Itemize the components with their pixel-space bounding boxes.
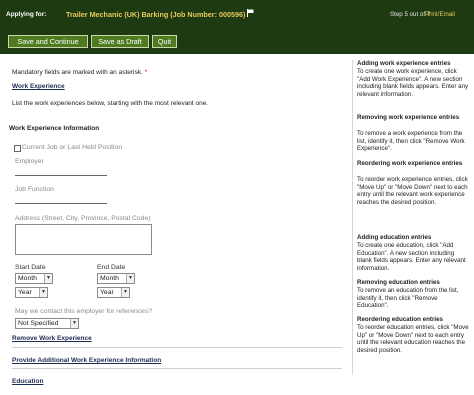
remove-work-experience-link[interactable]: Remove Work Experience bbox=[12, 335, 92, 342]
applying-for-label: Applying for: bbox=[6, 11, 47, 18]
form-area: Mandatory fields are marked with an aste… bbox=[0, 54, 350, 395]
print-email-link[interactable]: Print/Email bbox=[425, 11, 455, 18]
column-divider bbox=[352, 60, 353, 375]
job-function-field[interactable] bbox=[15, 195, 107, 204]
help-reorder-education-title: Reordering education entries bbox=[357, 316, 443, 323]
chevron-down-icon: ▼ bbox=[44, 274, 52, 283]
help-removing-text: To remove a work experience from the lis… bbox=[357, 130, 465, 152]
help-remove-education-title: Removing education entries bbox=[357, 279, 440, 286]
chevron-down-icon: ▼ bbox=[126, 274, 134, 283]
add-work-experience-link[interactable]: Provide Additional Work Experience Infor… bbox=[12, 357, 161, 364]
address-label: Address (Street, City, Province, Postal … bbox=[15, 215, 151, 222]
help-add-education-text: To create one education, click "Add Educ… bbox=[357, 242, 466, 272]
address-textarea[interactable] bbox=[15, 224, 152, 255]
start-date-label: Start Date bbox=[15, 264, 46, 271]
current-job-label: Current Job or Last Held Position bbox=[22, 144, 123, 151]
section-education: Education bbox=[12, 378, 44, 385]
asterisk-marker: * bbox=[144, 69, 148, 76]
help-adding-title: Adding work experience entries bbox=[357, 60, 451, 67]
references-select[interactable]: Not Specified ▼ bbox=[15, 318, 79, 329]
help-add-education-title: Adding education entries bbox=[357, 234, 432, 241]
help-adding-text: To create one work experience, click "Ad… bbox=[357, 68, 469, 98]
chevron-down-icon: ▼ bbox=[121, 288, 129, 297]
header-bar: Applying for: Trailer Mechanic (UK) Bark… bbox=[0, 0, 474, 30]
chevron-down-icon: ▼ bbox=[39, 288, 47, 297]
save-and-continue-button[interactable]: Save and Continue bbox=[8, 35, 88, 48]
help-reordering-text: To reorder work experience entries, clic… bbox=[357, 176, 468, 206]
current-job-checkbox[interactable] bbox=[14, 145, 21, 152]
help-reorder-education-text: To reorder education entries, click "Mov… bbox=[357, 324, 469, 354]
help-removing-title: Removing work experience entries bbox=[357, 114, 460, 121]
help-reordering-title: Reordering work experience entries bbox=[357, 160, 463, 167]
chevron-down-icon: ▼ bbox=[70, 319, 78, 328]
end-month-select[interactable]: Month ▼ bbox=[97, 273, 135, 284]
start-year-select[interactable]: Year ▼ bbox=[15, 287, 48, 298]
divider-line bbox=[12, 347, 342, 348]
instructions-text: List the work experiences below, startin… bbox=[12, 100, 209, 107]
divider-line bbox=[12, 368, 342, 369]
job-function-label: Job Function bbox=[15, 186, 54, 193]
flag-icon[interactable] bbox=[247, 9, 254, 17]
save-as-draft-button[interactable]: Save as Draft bbox=[91, 35, 149, 48]
section-work-experience: Work Experience bbox=[12, 83, 65, 90]
end-year-select[interactable]: Year ▼ bbox=[97, 287, 130, 298]
mandatory-note: Mandatory fields are marked with an aste… bbox=[12, 69, 148, 76]
job-title: Trailer Mechanic (UK) Barking (Job Numbe… bbox=[66, 10, 246, 19]
employer-field[interactable] bbox=[15, 167, 107, 176]
end-date-label: End Date bbox=[97, 264, 126, 271]
action-toolbar: Save and Continue Save as Draft Quit bbox=[0, 30, 474, 54]
start-month-select[interactable]: Month ▼ bbox=[15, 273, 53, 284]
employer-label: Employer bbox=[15, 158, 44, 165]
references-question: May we contact this employer for referen… bbox=[15, 308, 153, 315]
work-info-title: Work Experience Information bbox=[9, 125, 100, 132]
quit-button[interactable]: Quit bbox=[152, 35, 177, 48]
help-remove-education-text: To remove an education from the list, id… bbox=[357, 287, 459, 309]
